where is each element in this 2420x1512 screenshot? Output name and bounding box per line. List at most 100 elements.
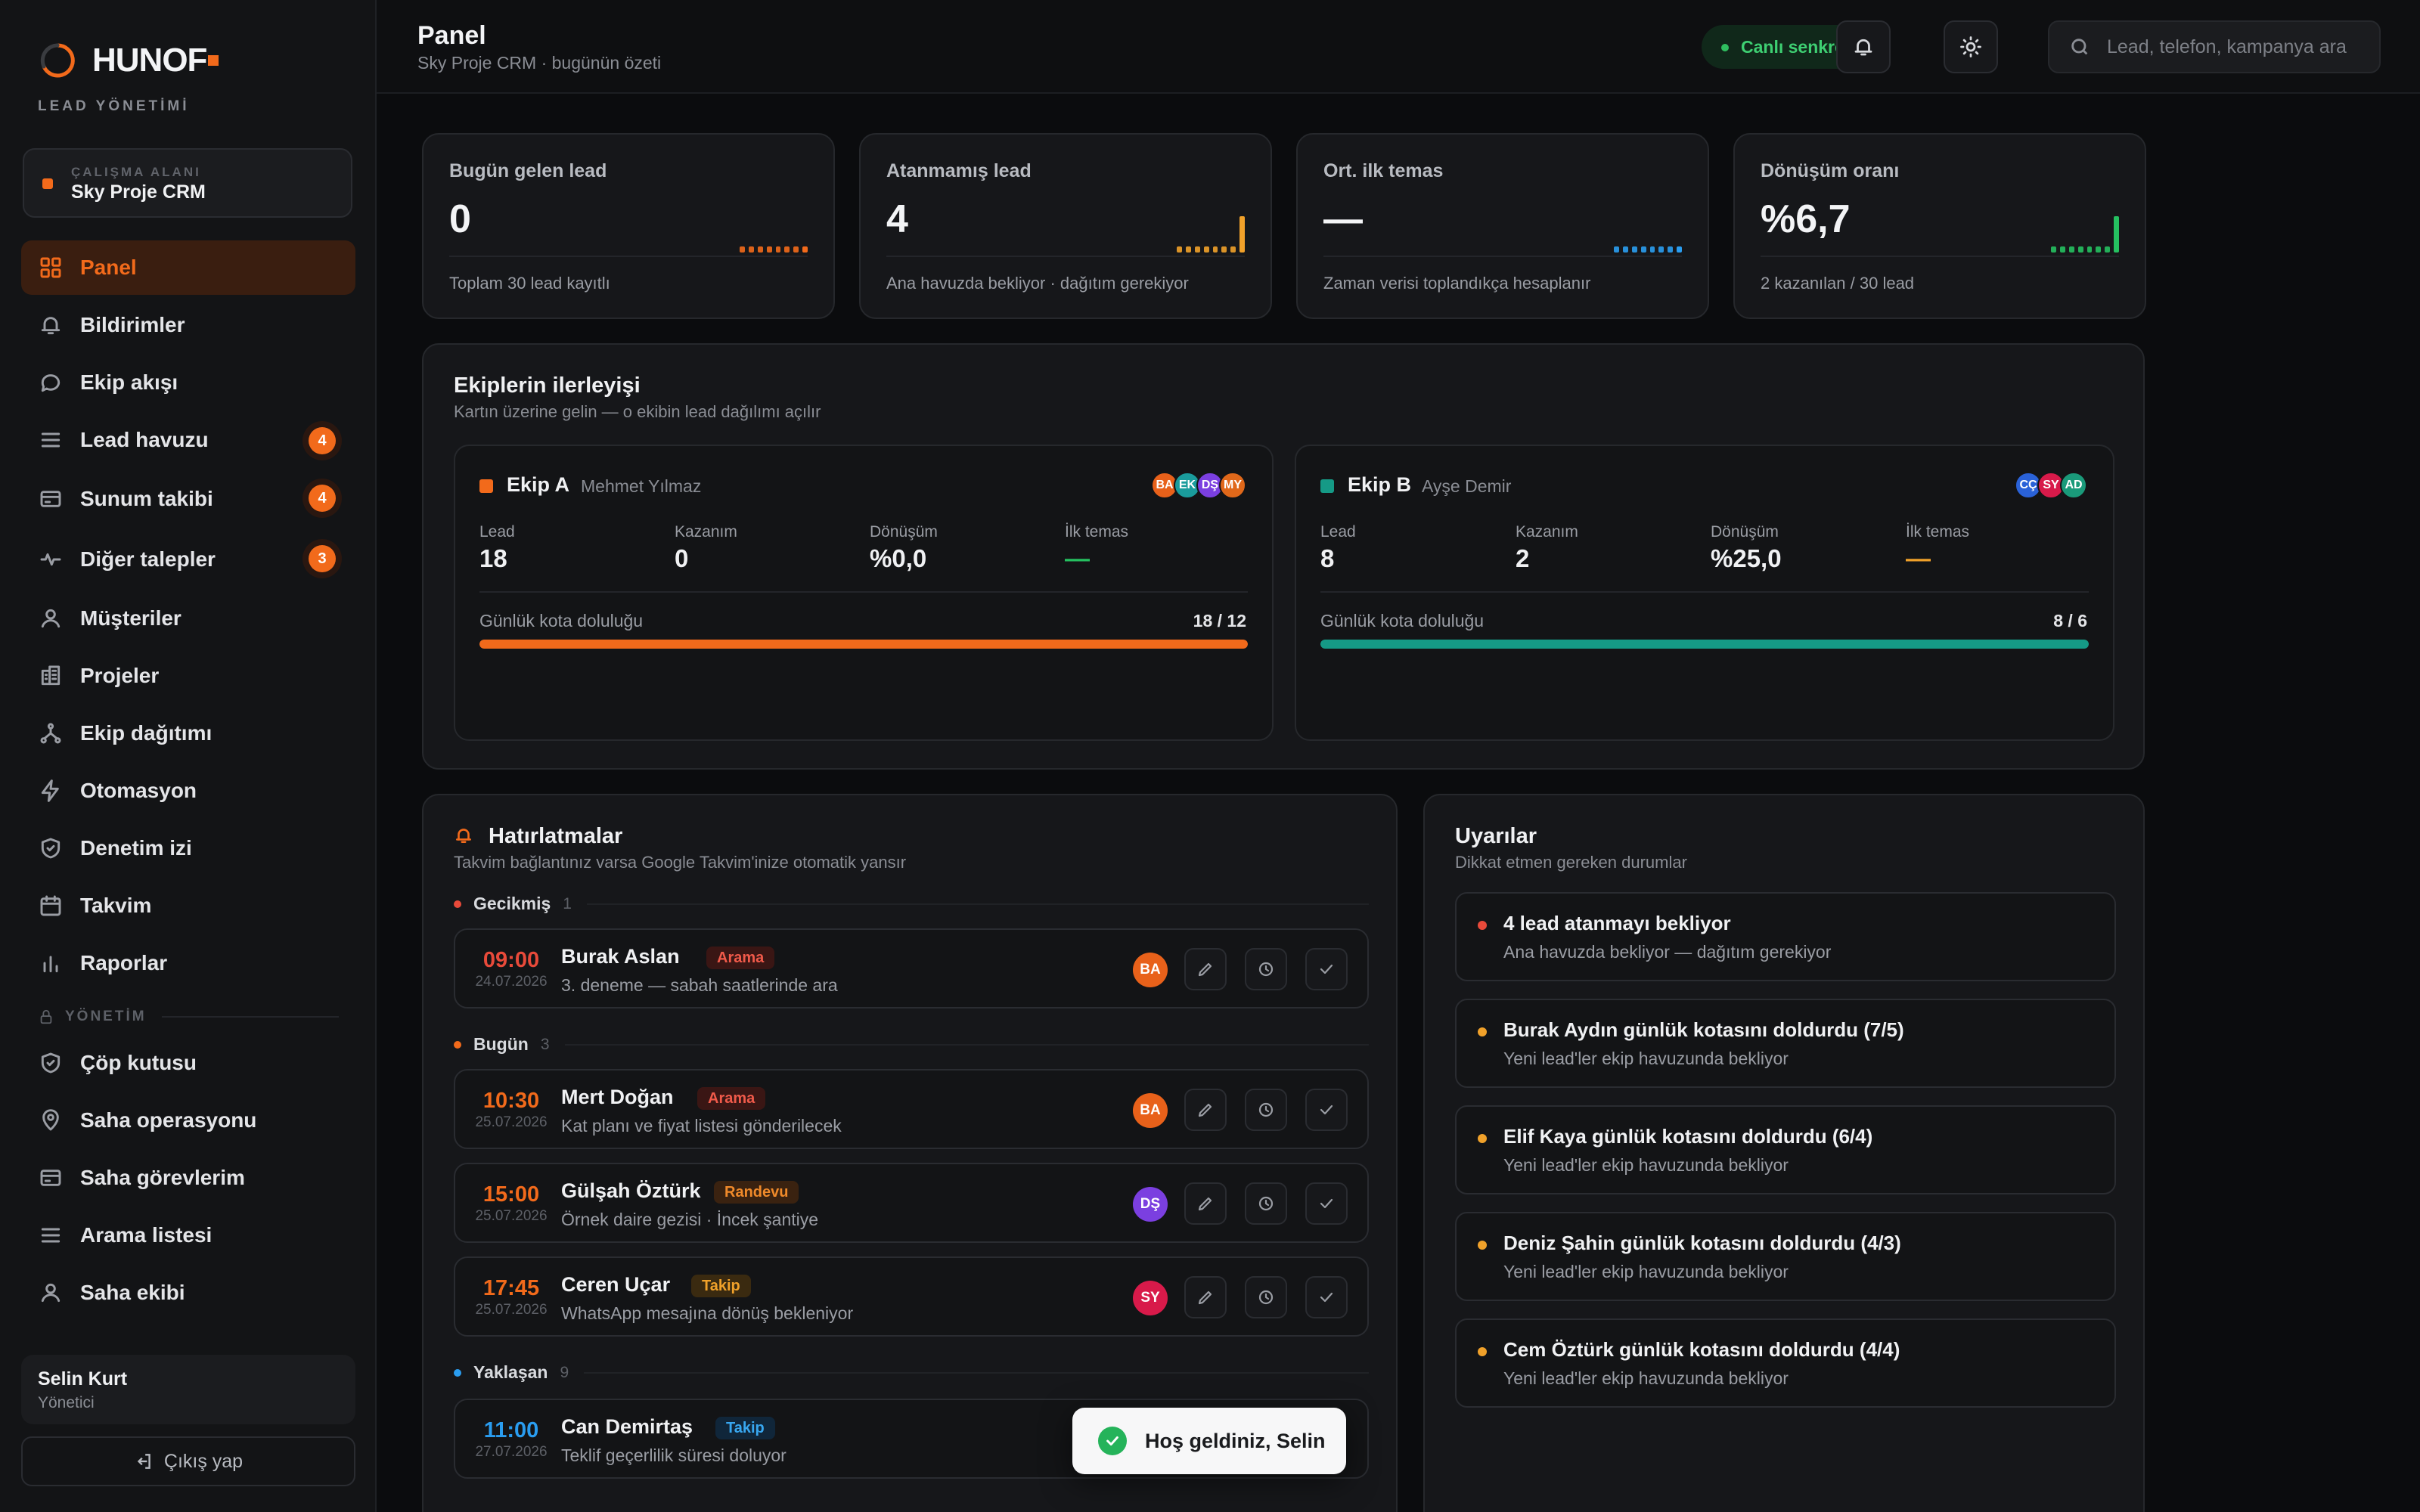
- welcome-toast[interactable]: Hoş geldiniz, Selin: [1072, 1408, 1346, 1474]
- sidebar-item-ekip-da-t-m-[interactable]: Ekip dağıtımı: [21, 706, 355, 761]
- assignee-avatar[interactable]: SY: [1133, 1281, 1168, 1315]
- sidebar-item-projeler[interactable]: Projeler: [21, 649, 355, 703]
- sparkline-bar: [1658, 246, 1665, 253]
- search-box[interactable]: [2048, 20, 2381, 73]
- reminder-item[interactable]: 09:00 24.07.2026 Burak Aslan Arama 3. deneme…: [454, 928, 1369, 1009]
- sun-icon: [1960, 36, 1981, 57]
- sparkline-bar: [1203, 246, 1209, 253]
- sidebar-item-m-teriler[interactable]: Müşteriler: [21, 591, 355, 646]
- sidebar-item-label: Diğer talepler: [80, 547, 216, 571]
- team-stat-label: İlk temas: [1906, 523, 1970, 541]
- sidebar-item-bildirimler[interactable]: Bildirimler: [21, 298, 355, 352]
- edit-button[interactable]: [1184, 948, 1227, 990]
- assignee-avatar[interactable]: BA: [1133, 1093, 1168, 1128]
- check-icon: [1320, 964, 1333, 974]
- search-icon: [2071, 39, 2088, 55]
- brand-logo[interactable]: HUNOF: [38, 41, 219, 80]
- alert-subtitle: Yeni lead'ler ekip havuzunda bekliyor: [1503, 1262, 1789, 1281]
- reminder-time: 10:30: [482, 1089, 540, 1113]
- snooze-button[interactable]: [1245, 1182, 1287, 1225]
- sparkline-bar: [2077, 246, 2083, 253]
- teams-subtitle: Kartın üzerine gelin — o ekibin lead dağ…: [454, 402, 821, 421]
- edit-button[interactable]: [1184, 1182, 1227, 1225]
- snooze-button[interactable]: [1245, 1276, 1287, 1318]
- avatar[interactable]: AD: [2060, 472, 2087, 499]
- sidebar-item-sunum-takibi[interactable]: Sunum takibi 4: [21, 470, 355, 528]
- sidebar-item-panel[interactable]: Panel: [21, 240, 355, 295]
- brand-subtitle: LEAD YÖNETİMİ: [38, 98, 190, 114]
- sidebar-item--p-kutusu[interactable]: Çöp kutusu: [21, 1036, 355, 1090]
- logo-arc-icon: [38, 41, 77, 80]
- sparkline-bar: [1640, 246, 1646, 253]
- team-stat-value: 18: [479, 544, 507, 572]
- user-card[interactable]: Selin Kurt Yönetici: [21, 1355, 355, 1424]
- alert-title: Cem Öztürk günlük kotasını doldurdu (4/4…: [1503, 1338, 1900, 1361]
- bar-chart-icon: [38, 950, 64, 976]
- sidebar: HUNOF LEAD YÖNETİMİ ÇALIŞMA ALANI Sky Pr…: [0, 0, 377, 1512]
- sidebar-item-takvim[interactable]: Takvim: [21, 878, 355, 933]
- reminder-contact-name[interactable]: Gülşah Öztürk: [561, 1179, 701, 1203]
- pencil-icon: [1198, 1290, 1212, 1305]
- quota-progress-bar: [479, 640, 1248, 649]
- card-icon: [38, 1165, 64, 1191]
- sidebar-item-ekip-ak-[interactable]: Ekip akışı: [21, 355, 355, 410]
- avatar[interactable]: MY: [1219, 472, 1246, 499]
- sidebar-item-label: Ekip dağıtımı: [80, 721, 213, 745]
- sidebar-item-saha-g-revlerim[interactable]: Saha görevlerim: [21, 1151, 355, 1205]
- sparkline-bar: [2051, 246, 2056, 253]
- sidebar-item-raporlar[interactable]: Raporlar: [21, 936, 355, 990]
- notifications-button[interactable]: [1836, 20, 1891, 73]
- logout-button[interactable]: Çıkış yap: [21, 1436, 355, 1486]
- search-input[interactable]: [2107, 36, 2364, 58]
- assignee-avatar[interactable]: DŞ: [1133, 1187, 1168, 1222]
- complete-button[interactable]: [1305, 1089, 1348, 1131]
- sidebar-item-label: Takvim: [80, 894, 152, 917]
- chat-icon: [38, 370, 64, 395]
- reminder-type-tag: Arama: [697, 1087, 766, 1110]
- reminder-contact-name[interactable]: Ceren Uçar: [561, 1273, 670, 1297]
- assignee-avatar[interactable]: BA: [1133, 953, 1168, 987]
- reminder-date: 25.07.2026: [475, 1208, 548, 1224]
- reminder-contact-name[interactable]: Mert Doğan: [561, 1086, 674, 1109]
- reminder-contact-name[interactable]: Can Demirtaş: [561, 1415, 693, 1439]
- theme-toggle-button[interactable]: [1944, 20, 1998, 73]
- alert-item[interactable]: Cem Öztürk günlük kotasını doldurdu (4/4…: [1455, 1318, 2116, 1408]
- sidebar-item-saha-ekibi[interactable]: Saha ekibi: [21, 1266, 355, 1320]
- divider: [1323, 256, 1682, 257]
- sidebar-item-di-er-talepler[interactable]: Diğer talepler 3: [21, 531, 355, 588]
- team-card[interactable]: Ekip A Mehmet Yılmaz BA EK DŞ MY Lead 18 Kazanım…: [454, 445, 1274, 741]
- reminder-contact-name[interactable]: Burak Aslan: [561, 945, 680, 968]
- team-stat: İlk temas —: [1906, 523, 1969, 573]
- complete-button[interactable]: [1305, 948, 1348, 990]
- complete-button[interactable]: [1305, 1276, 1348, 1318]
- alert-item[interactable]: 4 lead atanmayı bekliyor Ana havuzda bekl…: [1455, 892, 2116, 981]
- complete-button[interactable]: [1305, 1182, 1348, 1225]
- reminder-item[interactable]: 15:00 25.07.2026 Gülşah Öztürk Randevu Örnek…: [454, 1163, 1369, 1243]
- snooze-button[interactable]: [1245, 1089, 1287, 1131]
- team-card[interactable]: Ekip B Ayşe Demir CÇ SY AD Lead 8 Kazanım 2 Dönüş…: [1295, 445, 2114, 741]
- team-color-square: [479, 479, 493, 493]
- alert-item[interactable]: Deniz Şahin günlük kotasını doldurdu (4/…: [1455, 1212, 2116, 1301]
- reminder-item[interactable]: 17:45 25.07.2026 Ceren Uçar Takip WhatsApp m…: [454, 1256, 1369, 1337]
- sidebar-item-lead-havuzu[interactable]: Lead havuzu 4: [21, 413, 355, 467]
- sidebar-item-arama-listesi[interactable]: Arama listesi: [21, 1208, 355, 1263]
- reminder-date: 25.07.2026: [475, 1302, 548, 1318]
- edit-button[interactable]: [1184, 1276, 1227, 1318]
- sidebar-item-saha-operasyonu[interactable]: Saha operasyonu: [21, 1093, 355, 1148]
- team-stat: İlk temas —: [1065, 523, 1128, 573]
- workspace-label: ÇALIŞMA ALANI: [71, 165, 201, 179]
- teams-progress-card: Ekiplerin ilerleyişi Kartın üzerine geli…: [422, 343, 2145, 770]
- sidebar-item-label: Raporlar: [80, 951, 168, 974]
- sparkline: [1177, 207, 1245, 253]
- reminder-item[interactable]: 10:30 25.07.2026 Mert Doğan Arama Kat planı …: [454, 1069, 1369, 1149]
- snooze-button[interactable]: [1245, 948, 1287, 990]
- sidebar-item-otomasyon[interactable]: Otomasyon: [21, 764, 355, 818]
- sidebar-item-denetim-izi[interactable]: Denetim izi: [21, 821, 355, 875]
- quota-progress-bar: [1320, 640, 2089, 649]
- alert-item[interactable]: Burak Aydın günlük kotasını doldurdu (7/…: [1455, 999, 2116, 1088]
- workspace-selector[interactable]: ÇALIŞMA ALANI Sky Proje CRM: [23, 148, 352, 218]
- team-leader: Mehmet Yılmaz: [581, 476, 702, 496]
- alert-item[interactable]: Elif Kaya günlük kotasını doldurdu (6/4)…: [1455, 1105, 2116, 1194]
- edit-button[interactable]: [1184, 1089, 1227, 1131]
- group-count: 9: [560, 1363, 569, 1381]
